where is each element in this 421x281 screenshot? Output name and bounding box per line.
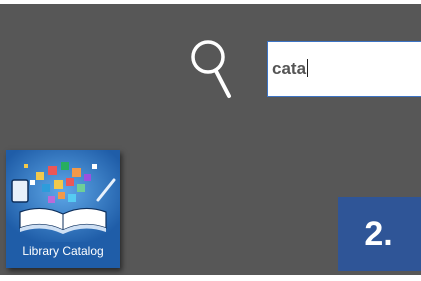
library-catalog-tile[interactable]: Library Catalog [6, 150, 120, 268]
start-panel: cata Library Catalog 2. [0, 4, 421, 275]
open-book-icon [6, 150, 120, 242]
search-input[interactable]: cata [267, 41, 421, 97]
search-query-value: cata [272, 59, 307, 78]
step-number-badge: 2. [338, 197, 421, 271]
screen: cata Library Catalog 2. [0, 0, 421, 281]
text-caret [307, 59, 309, 77]
tile-label: Library Catalog [22, 244, 104, 258]
search-query-text: cata [272, 59, 309, 79]
magnifier-icon[interactable] [188, 36, 236, 104]
